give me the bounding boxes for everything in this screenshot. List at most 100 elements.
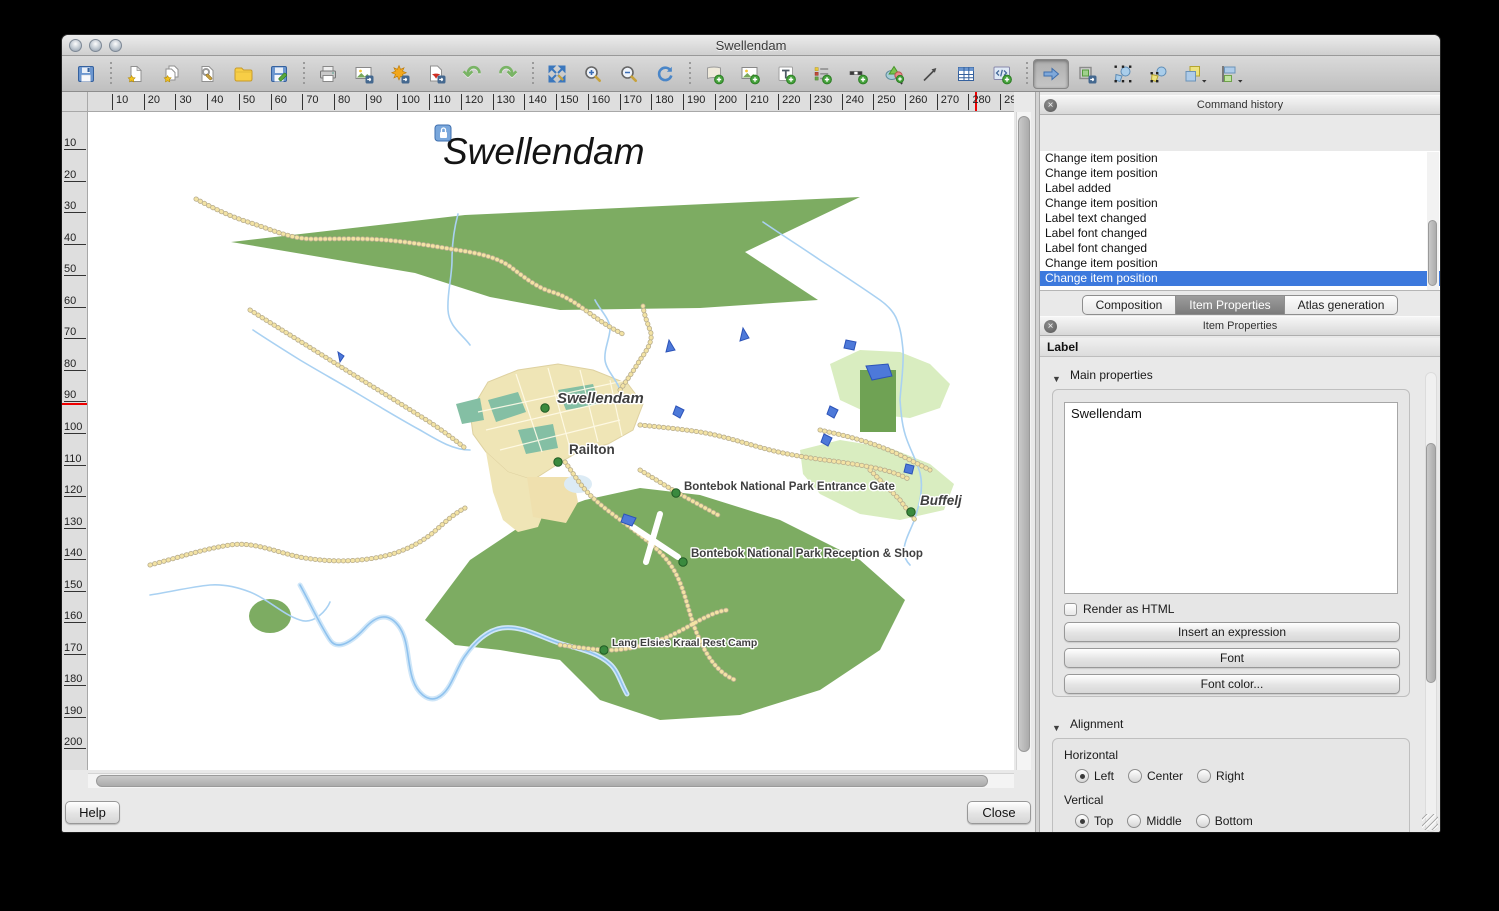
select-move-item-button[interactable] bbox=[1033, 59, 1069, 89]
canvas-vertical-scrollbar-thumb[interactable] bbox=[1018, 116, 1030, 752]
history-item[interactable]: Label font changed bbox=[1040, 226, 1440, 241]
panel-scrollbar-thumb[interactable] bbox=[1426, 443, 1436, 683]
radio-middle[interactable]: Middle bbox=[1127, 814, 1181, 828]
export-as-svg-button[interactable] bbox=[382, 59, 418, 89]
ruler-top-tick: 120 bbox=[461, 94, 483, 110]
radio-bottom[interactable]: Bottom bbox=[1196, 814, 1253, 828]
add-image-button[interactable] bbox=[732, 59, 768, 89]
radio-button-icon[interactable] bbox=[1196, 814, 1210, 828]
load-from-template-button[interactable] bbox=[225, 59, 261, 89]
save-as-template-button[interactable] bbox=[261, 59, 297, 89]
ungroup-items-button[interactable] bbox=[1141, 59, 1177, 89]
command-history-title: Command history bbox=[1197, 99, 1283, 111]
canvas-horizontal-scrollbar[interactable] bbox=[88, 773, 1014, 788]
tab-atlas-generation[interactable]: Atlas generation bbox=[1285, 295, 1399, 315]
add-arrow-button[interactable] bbox=[912, 59, 948, 89]
resize-grip[interactable] bbox=[1422, 814, 1438, 830]
title-bar[interactable]: Swellendam bbox=[62, 35, 1440, 56]
zoom-in-button[interactable] bbox=[575, 59, 611, 89]
add-table-icon bbox=[955, 63, 977, 85]
add-basic-shape-button[interactable] bbox=[876, 59, 912, 89]
label-text-input[interactable]: Swellendam bbox=[1064, 402, 1398, 594]
ruler-top-tick: 160 bbox=[588, 94, 610, 110]
command-history-scrollbar[interactable] bbox=[1427, 152, 1439, 290]
ruler-top: 1020304050607080901001101201301401501601… bbox=[88, 92, 1014, 112]
canvas-horizontal-scrollbar-thumb[interactable] bbox=[96, 775, 988, 787]
history-item[interactable]: Change item position bbox=[1040, 271, 1440, 286]
align-selected-items-button[interactable] bbox=[1213, 59, 1249, 89]
refresh-view-button[interactable] bbox=[647, 59, 683, 89]
close-item-properties-icon[interactable] bbox=[1044, 320, 1057, 333]
render-as-html-row[interactable]: Render as HTML bbox=[1064, 602, 1174, 616]
command-history-list[interactable]: Change item positionChange item position… bbox=[1040, 151, 1440, 291]
radio-button-icon[interactable] bbox=[1128, 769, 1142, 783]
zoom-full-button[interactable] bbox=[539, 59, 575, 89]
zoom-out-button[interactable] bbox=[611, 59, 647, 89]
command-history-scrollbar-thumb[interactable] bbox=[1428, 220, 1437, 286]
radio-left[interactable]: Left bbox=[1075, 769, 1114, 783]
raise-selected-items-button[interactable] bbox=[1177, 59, 1213, 89]
history-item[interactable]: Change item position bbox=[1040, 166, 1440, 181]
radio-button-icon[interactable] bbox=[1075, 814, 1089, 828]
history-item[interactable]: Change item position bbox=[1040, 151, 1440, 166]
radio-center[interactable]: Center bbox=[1128, 769, 1183, 783]
ruler-top-tick: 80 bbox=[334, 94, 350, 110]
history-item[interactable]: Label text changed bbox=[1040, 211, 1440, 226]
radio-button-icon[interactable] bbox=[1127, 814, 1141, 828]
tab-item-properties[interactable]: Item Properties bbox=[1176, 295, 1284, 315]
redo-button[interactable]: ↷ bbox=[490, 59, 526, 89]
close-command-history-icon[interactable] bbox=[1044, 99, 1057, 112]
move-item-content-button[interactable] bbox=[1069, 59, 1105, 89]
history-item[interactable]: Change item position bbox=[1040, 196, 1440, 211]
add-new-scalebar-button[interactable] bbox=[840, 59, 876, 89]
history-item[interactable]: Label font changed bbox=[1040, 241, 1440, 256]
map-point bbox=[672, 489, 680, 497]
canvas-vertical-scrollbar[interactable] bbox=[1016, 112, 1031, 770]
add-new-map-button[interactable] bbox=[696, 59, 732, 89]
add-html-frame-button[interactable] bbox=[984, 59, 1020, 89]
undo-button[interactable]: ↶ bbox=[454, 59, 490, 89]
export-as-pdf-button[interactable] bbox=[418, 59, 454, 89]
save-project-button[interactable] bbox=[68, 59, 104, 89]
align-items-icon bbox=[1218, 63, 1244, 85]
add-new-legend-button[interactable] bbox=[804, 59, 840, 89]
panel-scrollbar[interactable] bbox=[1425, 372, 1437, 832]
insert-an-expression-button[interactable]: Insert an expression bbox=[1064, 622, 1400, 642]
move-item-content-icon bbox=[1076, 63, 1098, 85]
ruler-top-tick: 100 bbox=[397, 94, 419, 110]
history-item[interactable]: Label added bbox=[1040, 181, 1440, 196]
duplicate-composition-button[interactable] bbox=[153, 59, 189, 89]
add-new-label-button[interactable] bbox=[768, 59, 804, 89]
duplicate-composition-icon bbox=[160, 63, 182, 85]
help-button[interactable]: Help bbox=[65, 801, 120, 824]
radio-label: Left bbox=[1094, 769, 1114, 783]
undo-icon: ↶ bbox=[463, 64, 481, 84]
history-item[interactable]: Change item position bbox=[1040, 256, 1440, 271]
print-button[interactable] bbox=[310, 59, 346, 89]
alignment-disclosure[interactable] bbox=[1052, 718, 1066, 736]
main-properties-disclosure[interactable] bbox=[1052, 369, 1066, 387]
map-label: Bontebok National Park Reception & Shop bbox=[691, 548, 923, 560]
close-button[interactable]: Close bbox=[967, 801, 1031, 824]
add-shape-icon bbox=[883, 63, 905, 85]
ruler-corner bbox=[62, 92, 88, 112]
composer-window: Swellendam ↶ ↷ bbox=[62, 35, 1440, 832]
radio-button-icon[interactable] bbox=[1075, 769, 1089, 783]
new-composition-button[interactable] bbox=[117, 59, 153, 89]
font-color-button[interactable]: Font color... bbox=[1064, 674, 1400, 694]
radio-right[interactable]: Right bbox=[1197, 769, 1244, 783]
group-items-button[interactable] bbox=[1105, 59, 1141, 89]
tab-composition[interactable]: Composition bbox=[1082, 295, 1177, 315]
radio-top[interactable]: Top bbox=[1075, 814, 1113, 828]
add-attribute-table-button[interactable] bbox=[948, 59, 984, 89]
refresh-icon bbox=[654, 63, 676, 85]
radio-button-icon[interactable] bbox=[1197, 769, 1211, 783]
render-as-html-checkbox[interactable] bbox=[1064, 603, 1077, 616]
composition-manager-button[interactable] bbox=[189, 59, 225, 89]
export-as-image-button[interactable] bbox=[346, 59, 382, 89]
composition-canvas[interactable]: SwellendamSwellendamRailtonBontebok Nati… bbox=[88, 112, 1014, 770]
ruler-top-tick: 130 bbox=[493, 94, 515, 110]
ruler-top-tick: 260 bbox=[905, 94, 927, 110]
font-button[interactable]: Font bbox=[1064, 648, 1400, 668]
command-history-header: Command history bbox=[1040, 95, 1440, 115]
